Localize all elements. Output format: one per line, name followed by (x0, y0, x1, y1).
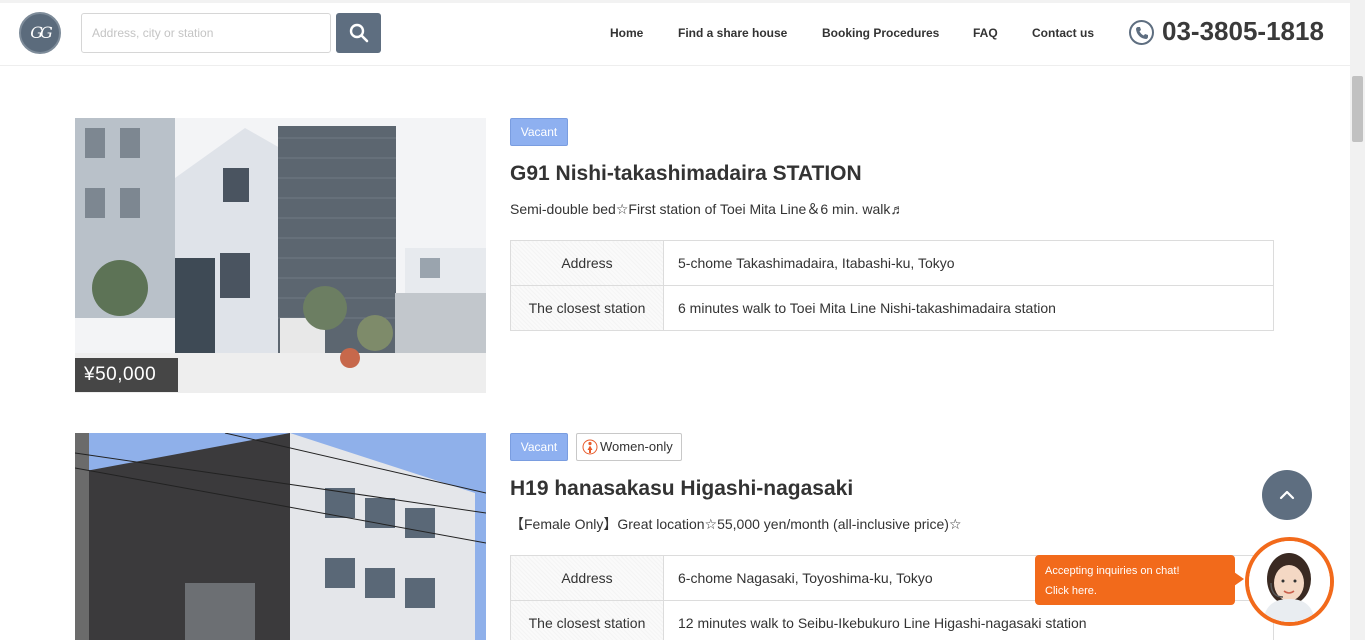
house-photo-2 (75, 433, 486, 640)
search-button[interactable] (336, 13, 381, 53)
listing-title[interactable]: H19 hanasakasu Higashi-nagasaki (510, 477, 853, 501)
nav-faq[interactable]: FAQ (973, 26, 998, 40)
row-label: The closest station (510, 600, 664, 640)
chevron-up-icon (1279, 490, 1295, 500)
table-row: The closest station 12 minutes walk to S… (510, 600, 1274, 640)
vacant-badge: Vacant (510, 118, 568, 146)
row-value: 5-chome Takashimadaira, Itabashi-ku, Tok… (663, 240, 1274, 286)
female-icon (582, 439, 598, 455)
row-label: Address (510, 240, 664, 286)
listing-subtitle: Semi-double bed☆First station of Toei Mi… (510, 201, 905, 217)
listing-title[interactable]: G91 Nishi-takashimadaira STATION (510, 162, 862, 186)
table-row: The closest station 6 minutes walk to To… (510, 285, 1274, 331)
listing-info-table: Address 5-chome Takashimadaira, Itabashi… (510, 240, 1274, 331)
listing-photo[interactable] (75, 118, 486, 393)
table-row: Address 5-chome Takashimadaira, Itabashi… (510, 240, 1274, 286)
back-to-top-button[interactable] (1262, 470, 1312, 520)
phone-number[interactable]: 03-3805-1818 (1162, 16, 1324, 47)
header-topline (0, 0, 1350, 3)
scrollbar-thumb[interactable] (1352, 76, 1363, 142)
nav-home[interactable]: Home (610, 26, 643, 40)
vacant-badge: Vacant (510, 433, 568, 461)
listing-subtitle: 【Female Only】Great location☆55,000 yen/m… (510, 516, 962, 532)
price-tag: ¥50,000 (75, 358, 178, 392)
chat-line-1: Accepting inquiries on chat! (1045, 565, 1180, 577)
nav-booking-procedures[interactable]: Booking Procedures (822, 26, 939, 40)
row-value: 6 minutes walk to Toei Mita Line Nishi-t… (663, 285, 1274, 331)
chat-line-2: Click here. (1045, 585, 1097, 597)
operator-avatar-image (1249, 541, 1330, 622)
chat-operator-avatar[interactable] (1245, 537, 1334, 626)
site-logo[interactable]: GG (19, 12, 61, 54)
women-only-badge: Women-only (576, 433, 682, 461)
logo-text: GG (30, 23, 52, 42)
listing-photo[interactable] (75, 433, 486, 640)
house-photo-1 (75, 118, 486, 393)
nav-contact-us[interactable]: Contact us (1032, 26, 1094, 40)
search-icon (349, 23, 368, 43)
search-input[interactable] (81, 13, 331, 53)
chat-bubble[interactable]: Accepting inquiries on chat! Click here. (1035, 555, 1235, 605)
row-label: Address (510, 555, 664, 601)
row-label: The closest station (510, 285, 664, 331)
chat-bubble-arrow (1234, 572, 1244, 586)
women-only-label: Women-only (600, 439, 673, 454)
phone-icon (1129, 20, 1154, 45)
nav-find-share-house[interactable]: Find a share house (678, 26, 787, 40)
row-value: 12 minutes walk to Seibu-Ikebukuro Line … (663, 600, 1274, 640)
